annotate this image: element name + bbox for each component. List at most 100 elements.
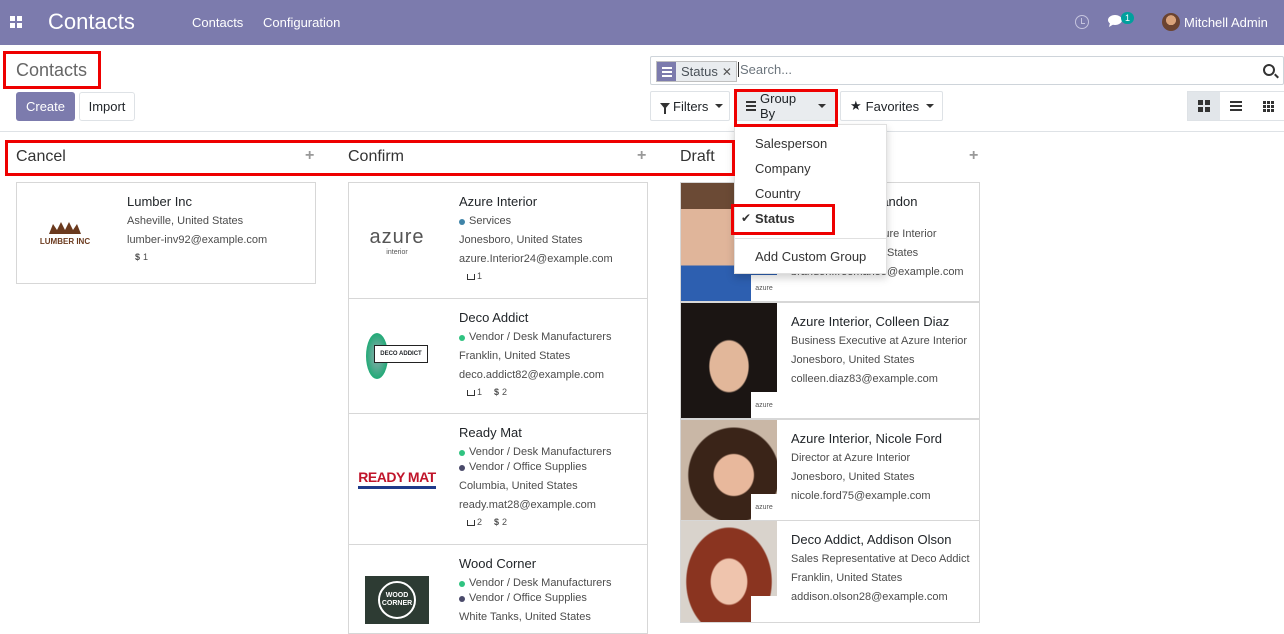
- groupby-option-country[interactable]: Country: [755, 186, 801, 201]
- groupby-option-status[interactable]: Status: [755, 211, 795, 226]
- favorites-button[interactable]: ★ Favorites: [840, 91, 943, 121]
- card-email: deco.addict82@example.com: [459, 369, 605, 381]
- list-view-button[interactable]: [1220, 92, 1252, 120]
- invoices-count: $2: [494, 387, 508, 397]
- kanban-card[interactable]: LUMBER INC Lumber Inc Asheville, United …: [16, 182, 316, 284]
- card-email: lumber-inv92@example.com: [127, 234, 268, 246]
- grid-view-button[interactable]: [1252, 92, 1284, 120]
- group-by-dropdown: Salesperson Company Country ✔ Status Add…: [734, 124, 887, 274]
- company-logo: WOOD CORNER: [349, 545, 445, 633]
- kanban-card[interactable]: WOOD CORNER Wood Corner Vendor / Desk Ma…: [348, 544, 648, 634]
- company-logo: azure interior: [369, 225, 425, 256]
- dollar-icon: $: [135, 252, 141, 262]
- kanban-board: Cancel + Confirm + Draft + LUMBER INC Lu…: [0, 133, 1284, 634]
- star-icon: ★: [850, 98, 862, 113]
- dollar-icon: $: [494, 387, 500, 397]
- groupby-option-company[interactable]: Company: [755, 161, 811, 176]
- control-panel: Contacts Create Import Status ✕ Filters …: [0, 45, 1284, 132]
- card-email: colleen.diaz83@example.com: [791, 373, 938, 385]
- kanban-card[interactable]: azure Azure Interior, Colleen Diaz Busin…: [680, 302, 980, 419]
- import-button[interactable]: Import: [79, 92, 135, 121]
- card-job-title: Business Executive at Azure Interior: [791, 335, 968, 347]
- card-email: addison.olson28@example.com: [791, 591, 948, 603]
- group-by-label: Group By: [760, 91, 797, 121]
- add-card-plus-icon[interactable]: +: [637, 147, 646, 165]
- card-title: Wood Corner: [459, 556, 537, 571]
- kanban-card[interactable]: READY MAT Ready Mat Vendor / Desk Manufa…: [348, 413, 648, 545]
- groupby-option-salesperson[interactable]: Salesperson: [755, 136, 827, 151]
- card-job-title: Director at Azure Interior: [791, 452, 911, 464]
- activity-clock-icon[interactable]: [1075, 15, 1089, 29]
- card-title: Deco Addict, Addison Olson: [791, 532, 952, 547]
- group-by-facet-icon: [657, 62, 676, 81]
- company-logo: DECO ADDICT: [349, 299, 445, 413]
- caret-down-icon: [715, 104, 724, 108]
- grid-icon: [1262, 100, 1274, 112]
- favorites-label: Favorites: [865, 98, 920, 114]
- contact-photo: [681, 521, 777, 622]
- sawblade-icon: [49, 222, 81, 234]
- caret-down-icon: [926, 104, 935, 108]
- add-custom-group[interactable]: Add Custom Group: [755, 249, 866, 264]
- kanban-card[interactable]: DECO ADDICT Deco Addict Vendor / Desk Ma…: [348, 298, 648, 414]
- card-address: Jonesboro, United States: [791, 471, 915, 483]
- search-icon[interactable]: [1263, 64, 1275, 76]
- add-card-plus-icon[interactable]: +: [305, 147, 314, 165]
- card-address: Jonesboro, United States: [459, 234, 583, 246]
- filter-icon: [660, 103, 670, 114]
- menu-contacts[interactable]: Contacts: [192, 15, 243, 30]
- app-title[interactable]: Contacts: [48, 9, 135, 35]
- view-switcher: [1187, 91, 1284, 121]
- card-title: Azure Interior: [459, 194, 538, 209]
- kanban-card[interactable]: azure Azure Interior, Nicole Ford Direct…: [680, 419, 980, 521]
- user-menu[interactable]: Mitchell Admin: [1184, 15, 1268, 30]
- card-tag: Vendor / Office Supplies: [459, 591, 641, 606]
- group-by-button[interactable]: Group By: [736, 91, 836, 121]
- card-title: Deco Addict: [459, 310, 529, 325]
- card-address: Columbia, United States: [459, 480, 578, 492]
- contact-photo: azure: [681, 420, 777, 520]
- apps-menu-icon[interactable]: [10, 16, 22, 28]
- card-address: Asheville, United States: [127, 215, 244, 227]
- checkmark-icon: ✔: [741, 211, 752, 225]
- cart-icon: [467, 273, 475, 280]
- kanban-view-button[interactable]: [1188, 92, 1220, 120]
- caret-down-icon: [818, 104, 826, 108]
- card-tag: Vendor / Office Supplies: [459, 460, 641, 475]
- cart-icon: [467, 389, 475, 396]
- card-address: Jonesboro, United States: [791, 354, 915, 366]
- cart-icon: [467, 519, 475, 526]
- filters-button[interactable]: Filters: [650, 91, 730, 121]
- top-navbar: Contacts Contacts Configuration 1 Mitche…: [0, 0, 1284, 45]
- company-logo: READY MAT: [349, 414, 445, 544]
- kanban-card[interactable]: azure interior Azure Interior Services J…: [348, 182, 648, 299]
- invoices-count: $1: [135, 252, 149, 262]
- add-card-plus-icon[interactable]: +: [969, 147, 978, 165]
- orders-count: 1: [467, 387, 482, 397]
- orders-count: 2: [467, 517, 482, 527]
- card-tag: Vendor / Desk Manufacturers: [459, 330, 641, 345]
- user-avatar[interactable]: [1162, 13, 1180, 31]
- card-address: Franklin, United States: [459, 350, 571, 362]
- card-tag: Vendor / Desk Manufacturers: [459, 576, 641, 591]
- kanban-card[interactable]: Deco Addict, Addison Olson Sales Represe…: [680, 520, 980, 623]
- search-facet-status[interactable]: Status ✕: [656, 61, 737, 82]
- company-mini-logo: [751, 596, 777, 622]
- card-email: ready.mat28@example.com: [459, 499, 596, 511]
- card-job-title: Sales Representative at Deco Addict: [791, 553, 970, 565]
- company-mini-logo: azure: [751, 392, 777, 418]
- search-input[interactable]: [738, 62, 1238, 77]
- column-header-cancel: Cancel: [16, 148, 66, 165]
- column-header-draft: Draft: [680, 148, 715, 165]
- column-header-confirm: Confirm: [348, 148, 405, 165]
- menu-configuration[interactable]: Configuration: [263, 15, 340, 30]
- search-bar: Status ✕: [650, 56, 1284, 85]
- filters-label: Filters: [673, 98, 709, 114]
- chat-count-badge: 1: [1121, 12, 1135, 24]
- company-mini-logo: azure: [751, 275, 777, 301]
- create-button[interactable]: Create: [16, 92, 75, 121]
- card-tag: Vendor / Desk Manufacturers: [459, 445, 641, 460]
- facet-remove-icon[interactable]: ✕: [722, 65, 736, 79]
- contact-photo: azure: [681, 303, 777, 418]
- card-title: Azure Interior, Nicole Ford: [791, 431, 943, 446]
